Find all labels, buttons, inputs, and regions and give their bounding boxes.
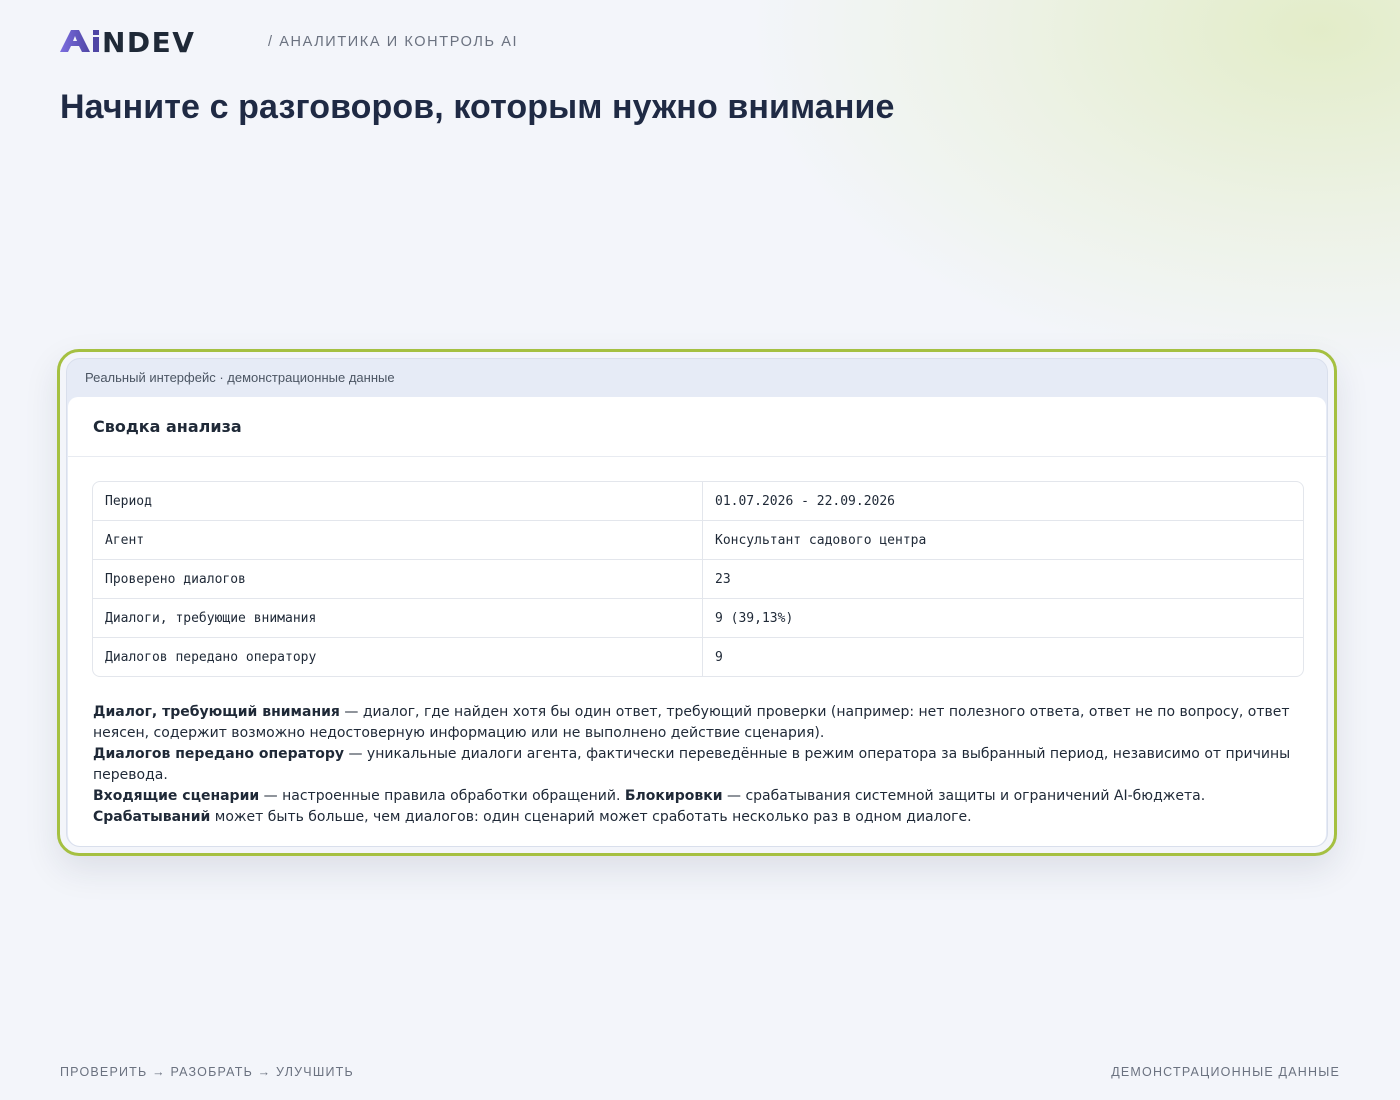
summary-table: Период 01.07.2026 - 22.09.2026 Агент Кон… — [92, 481, 1304, 677]
row-value: Консультант садового центра — [715, 532, 927, 548]
analysis-summary-panel: Сводка анализа Период 01.07.2026 - 22.09… — [68, 397, 1326, 846]
note-operator: Диалогов передано оператору — уникальные… — [93, 744, 1302, 786]
demo-frame: Реальный интерфейс · демонстрационные да… — [57, 349, 1337, 856]
note-text: — срабатывания системной защиты и ограни… — [722, 788, 1206, 804]
row-value: 01.07.2026 - 22.09.2026 — [715, 493, 896, 509]
row-label: Проверено диалогов — [93, 560, 703, 598]
row-label: Диалоги, требующие внимания — [93, 599, 703, 637]
top-bar: NDEV / АНАЛИТИКА И КОНТРОЛЬ AI — [60, 26, 518, 56]
table-row: Агент Консультант садового центра — [93, 521, 1303, 560]
note-term: Диалог, требующий внимания — [93, 704, 340, 720]
brand-logo[interactable]: NDEV — [60, 26, 240, 56]
footer-steps: ПРОВЕРИТЬ → РАЗОБРАТЬ → УЛУЧШИТЬ — [60, 1065, 354, 1079]
note-term: Диалогов передано оператору — [93, 746, 345, 762]
note-term: Срабатываний — [93, 809, 211, 825]
note-attention: Диалог, требующий внимания — диалог, где… — [93, 702, 1302, 744]
aindev-logo-icon: NDEV — [60, 28, 195, 54]
footer-demo-label: ДЕМОНСТРАЦИОННЫЕ ДАННЫЕ — [1111, 1065, 1340, 1079]
row-label: Агент — [93, 521, 703, 559]
row-value: 9 — [715, 649, 723, 665]
tagline: / АНАЛИТИКА И КОНТРОЛЬ AI — [268, 34, 519, 50]
panel-title: Сводка анализа — [93, 417, 242, 436]
table-row: Диалоги, требующие внимания 9 (39,13%) — [93, 599, 1303, 638]
demo-caption: Реальный интерфейс · демонстрационные да… — [85, 370, 395, 385]
row-value: 23 — [715, 571, 731, 587]
demo-window: Реальный интерфейс · демонстрационные да… — [66, 358, 1328, 847]
row-value: 9 (39,13%) — [715, 610, 794, 626]
table-row: Период 01.07.2026 - 22.09.2026 — [93, 482, 1303, 521]
note-text: — настроенные правила обработки обращени… — [259, 788, 625, 804]
page-title: Начните с разговоров, которым нужно вним… — [60, 88, 895, 126]
note-term: Входящие сценарии — [93, 788, 260, 804]
note-term: Блокировки — [624, 788, 723, 804]
definitions-notes: Диалог, требующий внимания — диалог, где… — [93, 702, 1302, 828]
note-triggers: Срабатываний может быть больше, чем диал… — [93, 807, 1302, 828]
note-scenarios: Входящие сценарии — настроенные правила … — [93, 786, 1302, 807]
table-row: Проверено диалогов 23 — [93, 560, 1303, 599]
panel-header: Сводка анализа — [68, 397, 1326, 457]
row-label: Период — [93, 482, 703, 520]
row-label: Диалогов передано оператору — [93, 638, 703, 676]
table-row: Диалогов передано оператору 9 — [93, 638, 1303, 676]
svg-text:NDEV: NDEV — [102, 28, 195, 54]
note-text: может быть больше, чем диалогов: один сц… — [210, 809, 972, 825]
